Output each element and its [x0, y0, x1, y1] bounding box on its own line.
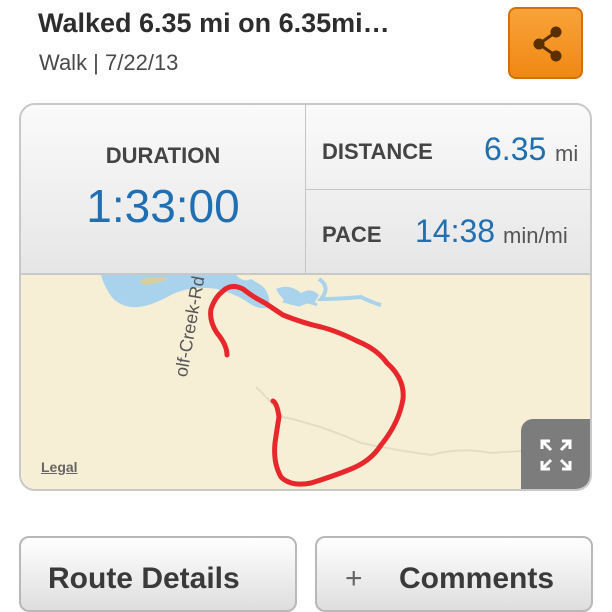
- divider: [306, 189, 590, 190]
- pace-value: 14:38: [415, 213, 496, 249]
- pace-unit: min/mi: [503, 223, 568, 248]
- distance-value: 6.35: [484, 131, 547, 167]
- route-line: [208, 283, 406, 487]
- activity-subtitle: Walk | 7/22/13: [39, 50, 179, 75]
- stats-panel: DURATION 1:33:00 DISTANCE 6.35 mi PACE 1…: [21, 105, 590, 275]
- expand-icon: [540, 439, 572, 471]
- route-details-button[interactable]: Route Details: [19, 536, 297, 612]
- activity-title: Walked 6.35 mi on 6.35mi…: [38, 8, 390, 38]
- share-button[interactable]: [508, 7, 583, 79]
- expand-map-button[interactable]: [521, 419, 590, 489]
- minor-road: [255, 386, 522, 457]
- pace-label: PACE: [322, 222, 382, 247]
- route-map[interactable]: olf-Creek-Rd Legal: [21, 275, 590, 489]
- legal-link[interactable]: Legal: [41, 459, 78, 475]
- water-channel: [316, 277, 382, 307]
- distance-label: DISTANCE: [322, 139, 433, 164]
- map-graphics: [101, 275, 522, 487]
- plus-icon: +: [345, 562, 363, 595]
- comments-button[interactable]: + Comments: [315, 536, 593, 612]
- duration-label: DURATION: [105, 143, 221, 168]
- route-details-label: Route Details: [48, 562, 240, 595]
- workout-summary-card: DURATION 1:33:00 DISTANCE 6.35 mi PACE 1…: [19, 103, 592, 491]
- duration-value: 1:33:00: [86, 180, 240, 232]
- distance-unit: mi: [555, 141, 579, 166]
- comments-label: Comments: [399, 562, 555, 595]
- share-icon: [533, 26, 562, 62]
